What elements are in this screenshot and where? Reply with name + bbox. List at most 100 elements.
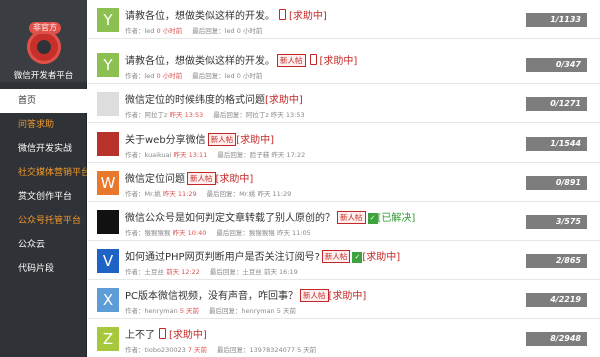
- author-name[interactable]: led: [145, 72, 155, 80]
- author-label: 作者：: [125, 72, 145, 80]
- post-title[interactable]: 如何通过PHP网页判断用户是否关注订阅号? 新人帖 ✓ [求助中]: [125, 248, 400, 263]
- sidebar-item-qa[interactable]: 问答求助: [0, 113, 87, 137]
- reply-view-count: 2/865: [526, 254, 587, 268]
- sidebar-item-snippets[interactable]: 代码片段: [0, 257, 87, 281]
- post-title[interactable]: 微信公众号是如何判定文章转载了别人原创的？ 新人帖 ✓ [已解决]: [125, 209, 415, 224]
- post-title-text[interactable]: 微信定位的时候纬度的格式问题: [125, 95, 265, 106]
- last-reply-label: 最后回复：: [206, 190, 240, 198]
- mobile-icon: [279, 9, 286, 20]
- check-icon: ✓: [367, 213, 378, 224]
- reply-user[interactable]: Mr.姚: [239, 190, 255, 198]
- author-time: 昨天 11:29: [162, 190, 197, 198]
- post-meta: 作者：土豆丝 前天 12:22 最后回复：土豆丝 前天 16:19: [125, 266, 298, 276]
- avatar[interactable]: X: [97, 288, 119, 312]
- logo-badge: 非官方: [29, 22, 61, 34]
- reply-time: 5 天前: [276, 307, 296, 315]
- post-title[interactable]: PC版本微信视频，没有声音，咋回事？ 新人帖 [求助中]: [125, 287, 366, 302]
- post-title-text[interactable]: 上不了: [125, 330, 155, 341]
- author-name[interactable]: led: [145, 27, 155, 35]
- author-name[interactable]: henryman: [145, 307, 178, 315]
- reply-user[interactable]: 13978324077: [250, 346, 296, 354]
- post-title-text[interactable]: 微信定位问题: [125, 174, 185, 185]
- status-tag: [求助中]: [319, 56, 358, 67]
- reply-user[interactable]: 猴猴猴猴: [249, 229, 275, 237]
- reply-view-count: 0/891: [526, 176, 587, 190]
- last-reply-label: 最后回复：: [209, 268, 243, 276]
- avatar[interactable]: Y: [97, 8, 119, 32]
- reply-user[interactable]: 脸子糕: [250, 151, 270, 159]
- reply-time: 昨天 17:22: [271, 151, 306, 159]
- post-title[interactable]: 请教各位，想做类似这样的开发。 新人帖 [求助中]: [125, 52, 357, 67]
- reply-user[interactable]: led: [225, 72, 235, 80]
- sidebar-item-social-marketing[interactable]: 社交媒体营销平台: [0, 161, 87, 185]
- reply-user[interactable]: henryman: [241, 307, 274, 315]
- reply-user[interactable]: 阿拉丁z: [246, 111, 269, 119]
- list-item[interactable]: Y 请教各位，想做类似这样的开发。 新人帖 [求助中] 作者：led 0 小时前 最后回复…: [88, 45, 600, 84]
- post-title-text[interactable]: 关于web分享微信: [125, 135, 206, 146]
- status-tag: [求助中]: [236, 135, 274, 146]
- logo-icon: [27, 30, 61, 64]
- sidebar-item-cloud[interactable]: 公众云: [0, 233, 87, 257]
- list-item[interactable]: V 如何通过PHP网页判断用户是否关注订阅号? 新人帖 ✓ [求助中] 作者：土豆丝 前天…: [88, 241, 600, 280]
- post-title[interactable]: 上不了 [求助中]: [125, 326, 207, 341]
- avatar[interactable]: [97, 132, 119, 156]
- status-tag: [求助中]: [328, 291, 367, 302]
- list-item[interactable]: X PC版本微信视频，没有声音，咋回事？ 新人帖 [求助中] 作者：henryman 5…: [88, 280, 600, 319]
- list-item[interactable]: 微信公众号是如何判定文章转载了别人原创的？ 新人帖 ✓ [已解决] 作者：猴猴猴猴 昨天…: [88, 202, 600, 241]
- reply-view-count: 4/2219: [526, 293, 587, 307]
- reply-user[interactable]: led: [225, 27, 235, 35]
- new-user-tag: 新人帖: [321, 250, 351, 263]
- sidebar-item-dev-practice[interactable]: 微信开发实战: [0, 137, 87, 161]
- post-meta: 作者：led 0 小时前 最后回复：led 0 小时前: [125, 25, 262, 35]
- post-title[interactable]: 微信定位问题 新人帖 [求助中]: [125, 170, 253, 185]
- post-meta: 作者：Mr.姚 昨天 11:29 最后回复：Mr.姚 昨天 11:29: [125, 188, 291, 198]
- status-tag: [求助中]: [362, 252, 401, 263]
- reply-time: 0 小时前: [236, 72, 263, 80]
- post-title[interactable]: 请教各位，想做类似这样的开发。 [求助中]: [125, 7, 327, 22]
- status-tag: [求助中]: [265, 95, 303, 106]
- list-item[interactable]: Z 上不了 [求助中] 作者：tiobo230023 7 天前 最后回复：1397832…: [88, 319, 600, 357]
- author-name[interactable]: kuaikuai: [145, 151, 172, 159]
- author-label: 作者：: [125, 307, 145, 315]
- new-user-tag: 新人帖: [337, 211, 366, 224]
- sidebar-item-writing[interactable]: 赏文创作平台: [0, 185, 87, 209]
- author-name[interactable]: 土豆丝: [145, 268, 165, 276]
- avatar[interactable]: [97, 92, 119, 116]
- post-title-text[interactable]: 如何通过PHP网页判断用户是否关注订阅号?: [125, 252, 320, 263]
- last-reply-label: 最后回复：: [213, 111, 246, 119]
- author-label: 作者：: [125, 268, 145, 276]
- author-name[interactable]: tiobo230023: [145, 346, 186, 354]
- post-list: Y 请教各位，想做类似这样的开发。 [求助中] 作者：led 0 小时前 最后回复：le…: [88, 0, 600, 357]
- author-name[interactable]: Mr.姚: [145, 190, 161, 198]
- post-title[interactable]: 关于web分享微信 新人帖 [求助中]: [125, 131, 274, 146]
- author-time: 7 天前: [187, 346, 208, 354]
- post-title-text[interactable]: 请教各位，想做类似这样的开发。: [125, 11, 275, 22]
- sidebar-item-home[interactable]: 首页: [0, 89, 87, 113]
- author-label: 作者：: [125, 111, 145, 119]
- avatar[interactable]: V: [97, 249, 119, 273]
- post-title-text[interactable]: 微信公众号是如何判定文章转载了别人原创的？: [125, 213, 335, 224]
- reply-user[interactable]: 土豆丝: [242, 268, 262, 276]
- site-logo[interactable]: 非官方 微信开发者平台: [0, 0, 87, 82]
- list-item[interactable]: 关于web分享微信 新人帖 [求助中] 作者：kuaikuai 昨天 13:11 最后回…: [88, 124, 600, 163]
- author-name[interactable]: 阿拉丁z: [145, 111, 168, 119]
- list-item[interactable]: Y 请教各位，想做类似这样的开发。 [求助中] 作者：led 0 小时前 最后回复：le…: [88, 0, 600, 39]
- author-time: 昨天 13:53: [169, 111, 204, 119]
- avatar[interactable]: [97, 210, 119, 234]
- avatar[interactable]: Z: [97, 327, 119, 351]
- reply-view-count: 0/347: [526, 58, 587, 72]
- post-title-text[interactable]: PC版本微信视频，没有声音，咋回事？: [125, 291, 298, 302]
- avatar[interactable]: Y: [97, 53, 119, 77]
- avatar[interactable]: W: [97, 171, 119, 195]
- post-title[interactable]: 微信定位的时候纬度的格式问题[求助中]: [125, 91, 303, 106]
- last-reply-label: 最后回复：: [208, 307, 242, 315]
- author-name[interactable]: 猴猴猴猴: [145, 229, 171, 237]
- list-item[interactable]: W 微信定位问题 新人帖 [求助中] 作者：Mr.姚 昨天 11:29 最后回复：Mr.姚…: [88, 163, 600, 202]
- post-title-text[interactable]: 请教各位，想做类似这样的开发。: [125, 56, 275, 67]
- reply-time: 前天 16:19: [263, 268, 298, 276]
- sidebar-item-hosting[interactable]: 公众号托管平台: [0, 209, 87, 233]
- author-label: 作者：: [125, 229, 145, 237]
- list-item[interactable]: 微信定位的时候纬度的格式问题[求助中] 作者：阿拉丁z 昨天 13:53 最后回复：…: [88, 84, 600, 123]
- author-time: 0 小时前: [156, 72, 183, 80]
- last-reply-label: 最后回复：: [217, 151, 250, 159]
